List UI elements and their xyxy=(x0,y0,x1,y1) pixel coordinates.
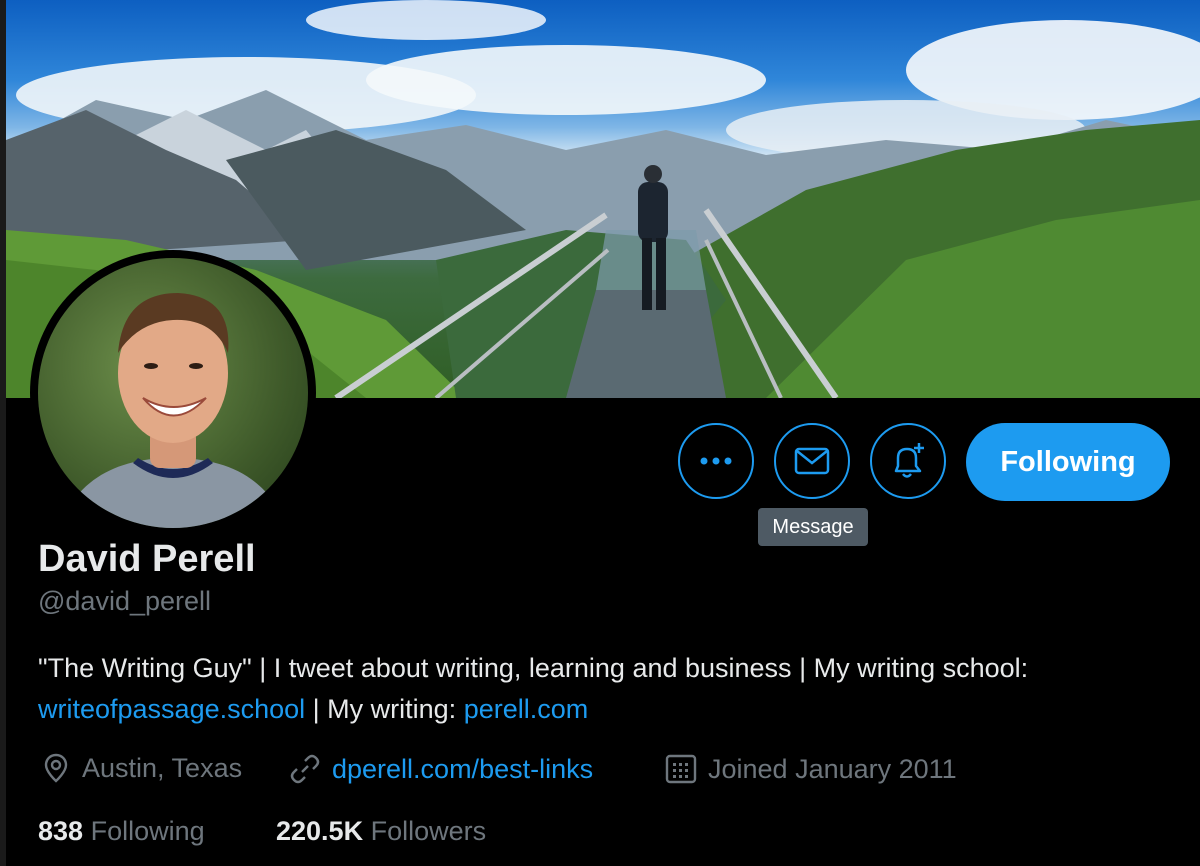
following-button[interactable]: Following xyxy=(966,423,1170,501)
website-link[interactable]: dperell.com/best-links xyxy=(332,754,593,785)
joined-text: Joined January 2011 xyxy=(708,753,957,784)
profile-website[interactable]: dperell.com/best-links xyxy=(288,752,593,786)
avatar-photo xyxy=(38,258,308,528)
profile-bio: "The Writing Guy" | I tweet about writin… xyxy=(38,648,1138,730)
profile-avatar[interactable] xyxy=(30,250,316,536)
followers-label: Followers xyxy=(370,816,487,846)
following-stat[interactable]: 838 Following xyxy=(38,816,205,847)
profile-joined-date: Joined January 2011 xyxy=(664,752,957,786)
more-icon xyxy=(700,457,732,465)
message-tooltip: Message xyxy=(758,508,868,546)
message-button[interactable] xyxy=(774,423,850,499)
mail-icon xyxy=(794,447,830,475)
following-label: Following xyxy=(90,816,205,846)
bio-text-1: "The Writing Guy" | I tweet about writin… xyxy=(38,653,1029,683)
bio-link-writeofpassage[interactable]: writeofpassage.school xyxy=(38,694,305,724)
location-text: Austin, Texas xyxy=(82,752,243,783)
profile-handle: @david_perell xyxy=(38,586,212,616)
followers-stat[interactable]: 220.5K Followers xyxy=(276,816,486,847)
following-count: 838 xyxy=(38,816,84,846)
link-icon xyxy=(290,754,320,784)
more-options-button[interactable] xyxy=(678,423,754,499)
bio-text-2: | My writing: xyxy=(305,694,464,724)
profile-location: Austin, Texas xyxy=(40,752,242,784)
calendar-icon xyxy=(665,754,697,784)
location-pin-icon xyxy=(44,753,68,783)
profile-name: David Perell xyxy=(38,538,256,580)
bio-link-perell[interactable]: perell.com xyxy=(464,694,589,724)
followers-count: 220.5K xyxy=(276,816,364,846)
bell-plus-icon xyxy=(894,443,924,478)
notifications-button[interactable] xyxy=(870,423,946,499)
